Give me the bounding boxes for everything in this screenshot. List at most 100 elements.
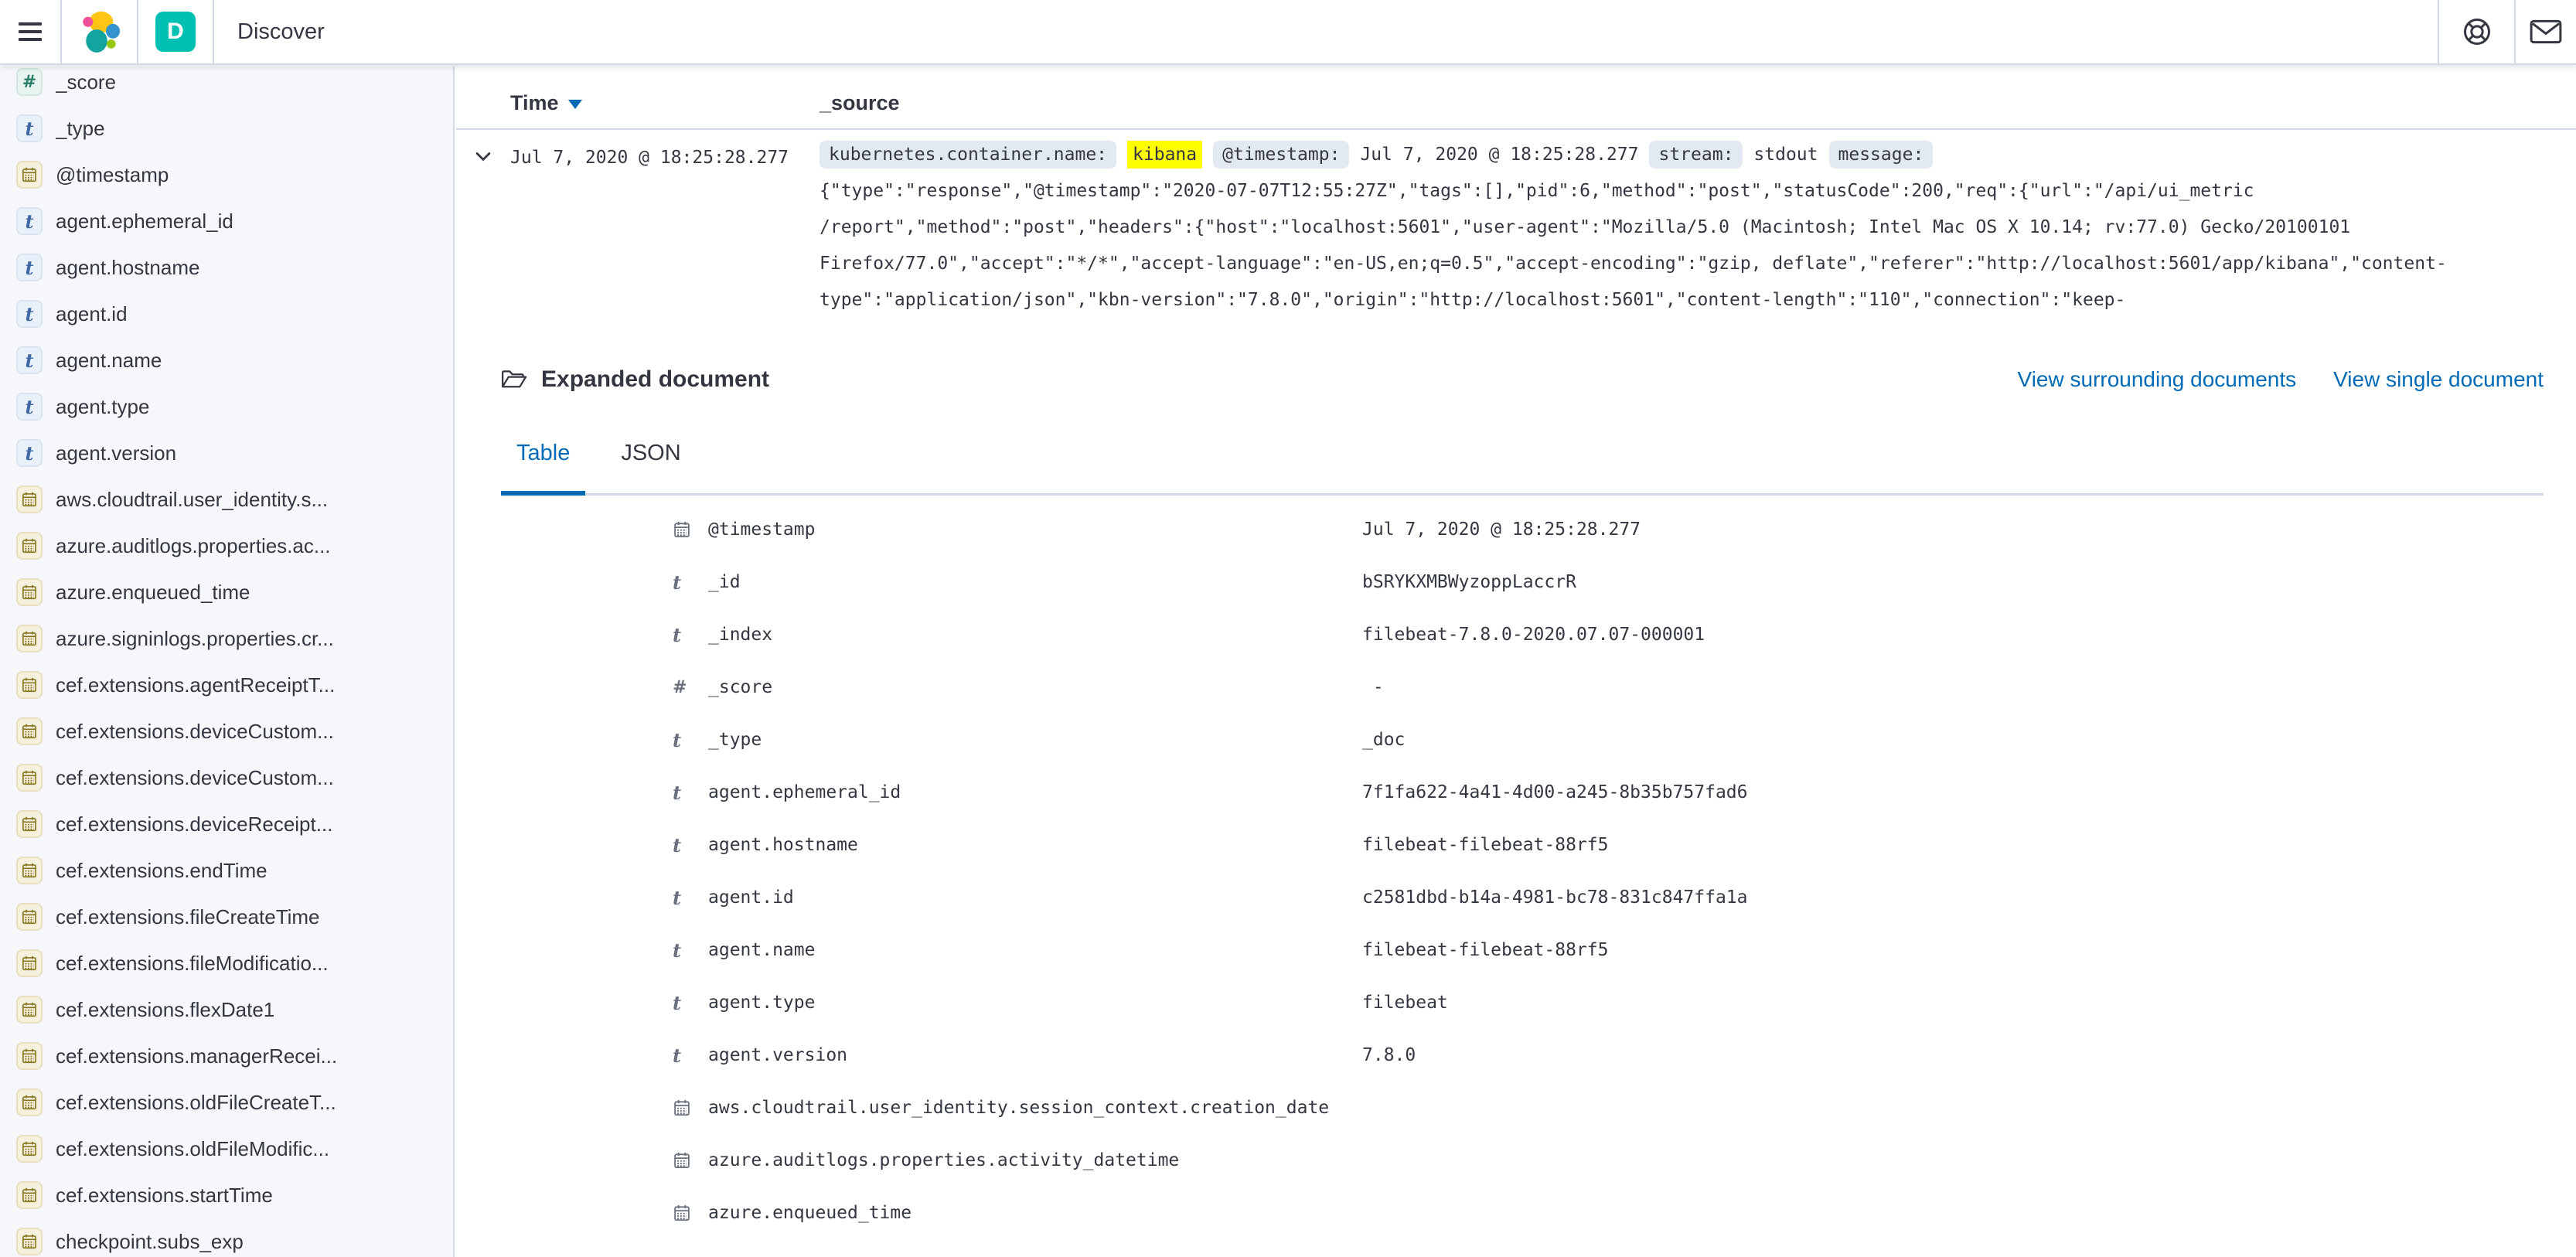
discover-app-badge: D [138, 0, 214, 63]
time-column-header[interactable]: Time [510, 91, 819, 115]
sidebar-field-item[interactable]: t # cef.extensions.fileCreateTime [0, 894, 453, 940]
calendar-icon [21, 908, 38, 925]
field-type-icon: t # [16, 671, 43, 699]
field-type-icon: t # [16, 1088, 43, 1116]
field-type-icon: t # [16, 717, 43, 745]
doc-field-row: t # azure.auditlogs.properties.activ [501, 1134, 2544, 1187]
menu-button[interactable] [0, 0, 62, 63]
doc-field-row: t # _id bSRYKXMBWyzoppLacc [501, 556, 2544, 608]
sidebar-field-item[interactable]: t # azure.signinlogs.properties.cr... [0, 615, 453, 662]
sidebar-field-item[interactable]: t # agent.hostname [0, 244, 453, 291]
page-title: Discover [214, 0, 325, 63]
sidebar-field-item[interactable]: t # _type [0, 105, 453, 152]
sidebar-field-item[interactable]: t # azure.auditlogs.properties.ac... [0, 523, 453, 569]
sidebar-field-item[interactable]: t # cef.extensions.managerRecei... [0, 1033, 453, 1079]
string-type-icon: t [673, 782, 681, 804]
app-badge-letter: D [155, 12, 196, 52]
calendar-icon [21, 1094, 38, 1111]
sidebar-field-item[interactable]: t # _score [0, 66, 453, 105]
field-label: cef.extensions.deviceCustom... [56, 766, 334, 790]
sidebar-field-item[interactable]: t # cef.extensions.oldFileModific... [0, 1126, 453, 1172]
chevron-down-icon [472, 145, 494, 167]
field-name: azure.auditlogs.properties.activity_date… [708, 1150, 1362, 1170]
tab-table[interactable]: Table [501, 439, 585, 493]
sidebar-field-item[interactable]: t # cef.extensions.agentReceiptT... [0, 662, 453, 708]
number-type-icon: # [22, 72, 36, 92]
doc-field-row: t # agent.hostname filebea [501, 819, 2544, 871]
sidebar-field-item[interactable]: t # agent.type [0, 383, 453, 430]
source-json-line: {"type":"response","@timestamp":"2020-07… [819, 173, 2545, 210]
number-type-icon: # [673, 677, 687, 697]
source-part: kibana [1127, 141, 1202, 169]
field-type-icon: t # [16, 346, 43, 374]
expanded-document-panel: Expanded document View surrounding docum… [456, 366, 2576, 1239]
sidebar-field-item[interactable]: t # cef.extensions.startTime [0, 1172, 453, 1218]
sidebar-field-item[interactable]: t # agent.version [0, 430, 453, 476]
sidebar-field-item[interactable]: t # azure.enqueued_time [0, 569, 453, 615]
newsfeed-button[interactable] [2514, 0, 2576, 63]
string-type-icon: t [673, 1044, 681, 1067]
field-name: agent.ephemeral_id [708, 782, 1362, 802]
doc-field-row: t # _score - [501, 661, 2544, 714]
sidebar-field-item[interactable]: t # agent.ephemeral_id [0, 198, 453, 244]
string-type-icon: t [673, 834, 681, 857]
field-type-icon: t # [673, 673, 699, 701]
calendar-icon [673, 1151, 691, 1170]
calendar-icon [21, 1048, 38, 1065]
sidebar-field-item[interactable]: t # cef.extensions.deviceCustom... [0, 755, 453, 801]
sidebar-field-item[interactable]: t # cef.extensions.flexDate1 [0, 986, 453, 1033]
help-icon [2462, 16, 2493, 47]
view-surrounding-documents-link[interactable]: View surrounding documents [2018, 367, 2297, 392]
field-type-icon: t # [16, 532, 43, 560]
field-type-icon: t # [673, 936, 699, 964]
field-name: azure.enqueued_time [708, 1203, 1362, 1223]
help-button[interactable] [2438, 0, 2514, 63]
elastic-logo[interactable] [62, 0, 138, 63]
sidebar-field-item[interactable]: t # cef.extensions.deviceCustom... [0, 708, 453, 755]
field-value: filebeat-filebeat-88rf5 [1362, 835, 2544, 855]
expand-toggle[interactable] [456, 141, 510, 319]
calendar-icon [673, 1204, 691, 1222]
sidebar-field-item[interactable]: t # cef.extensions.deviceReceipt... [0, 801, 453, 847]
field-type-icon: t # [16, 764, 43, 792]
sidebar-field-item[interactable]: t # checkpoint.subs_exp [0, 1218, 453, 1257]
calendar-icon [21, 955, 38, 972]
sidebar-field-item[interactable]: t # @timestamp [0, 152, 453, 198]
field-label: azure.signinlogs.properties.cr... [56, 627, 334, 651]
sidebar-field-item[interactable]: t # cef.extensions.endTime [0, 847, 453, 894]
field-type-icon: t # [16, 114, 43, 142]
field-type-icon: t # [673, 1146, 699, 1174]
sidebar-field-item[interactable]: t # cef.extensions.oldFileCreateT... [0, 1079, 453, 1126]
source-part: stream: [1649, 141, 1743, 169]
field-label: cef.extensions.oldFileModific... [56, 1137, 329, 1161]
sidebar-field-item[interactable]: t # aws.cloudtrail.user_identity.s... [0, 476, 453, 523]
calendar-icon [21, 1187, 38, 1204]
calendar-icon [21, 676, 38, 693]
field-type-icon: t # [16, 949, 43, 977]
field-label: checkpoint.subs_exp [56, 1230, 244, 1254]
tab-json[interactable]: JSON [605, 439, 696, 493]
source-json-line: Firefox/77.0","accept":"*/*","accept-lan… [819, 246, 2545, 282]
field-type-icon: t # [16, 485, 43, 513]
doc-viewer-tabs: Table JSON [501, 439, 2544, 496]
field-label: @timestamp [56, 163, 169, 187]
sidebar-field-item[interactable]: t # agent.id [0, 291, 453, 337]
sidebar-field-item[interactable]: t # agent.name [0, 337, 453, 383]
calendar-icon [21, 537, 38, 554]
calendar-icon [21, 862, 38, 879]
field-label: aws.cloudtrail.user_identity.s... [56, 488, 328, 512]
view-single-document-link[interactable]: View single document [2333, 367, 2544, 392]
string-type-icon: t [25, 303, 33, 325]
field-type-icon: t # [16, 810, 43, 838]
field-type-icon: t # [16, 1181, 43, 1209]
field-type-icon: t # [673, 568, 699, 596]
doc-field-row: t # @timestamp Jul 7, 2020 [501, 503, 2544, 556]
field-type-icon: t # [16, 393, 43, 421]
sidebar-field-item[interactable]: t # cef.extensions.fileModificatio... [0, 940, 453, 986]
field-type-icon: t # [16, 439, 43, 467]
field-value: bSRYKXMBWyzoppLaccrR [1362, 572, 2544, 592]
calendar-icon [21, 584, 38, 601]
source-summary: kubernetes.container.name: kibana @times… [819, 141, 2545, 169]
field-type-icon: t # [16, 625, 43, 652]
doc-field-row: t # agent.id c2581dbd-b14a [501, 871, 2544, 924]
